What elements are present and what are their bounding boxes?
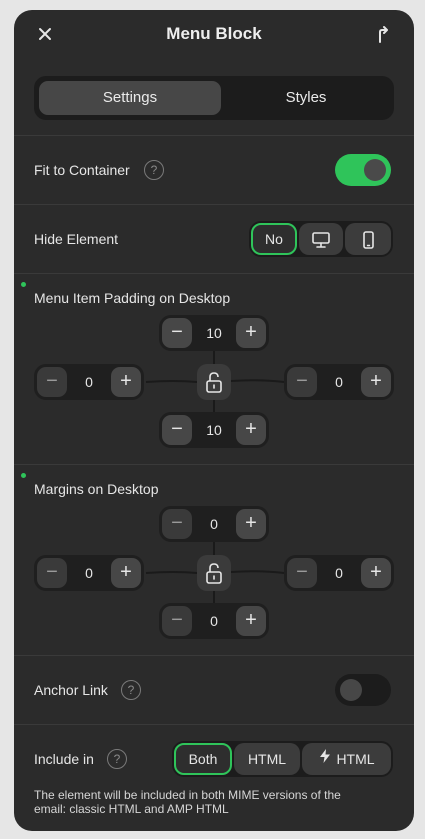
unlock-icon: [206, 372, 222, 393]
decrement-button[interactable]: −: [162, 509, 192, 539]
margin-bottom-stepper: − 0 +: [159, 603, 269, 639]
padding-left-value[interactable]: 0: [70, 364, 108, 400]
decrement-button[interactable]: −: [162, 318, 192, 348]
include-in-help-icon[interactable]: ?: [107, 749, 127, 769]
margin-right-stepper: − 0 +: [284, 555, 394, 591]
increment-button[interactable]: +: [236, 415, 266, 445]
divider: [14, 724, 414, 725]
margin-right-value[interactable]: 0: [320, 555, 358, 591]
increment-button[interactable]: +: [111, 367, 141, 397]
padding-top-value[interactable]: 10: [195, 315, 233, 351]
margin-top-stepper: − 0 +: [159, 506, 269, 542]
padding-right-value[interactable]: 0: [320, 364, 358, 400]
increment-button[interactable]: +: [111, 558, 141, 588]
padding-top-stepper: − 10 +: [159, 315, 269, 351]
decrement-button[interactable]: −: [162, 415, 192, 445]
amp-html-label: HTML: [336, 751, 375, 767]
menu-block-panel: Menu Block Settings Styles Fit to Contai…: [14, 10, 414, 831]
margin-lock-button[interactable]: [197, 555, 231, 591]
margin-top-value[interactable]: 0: [195, 506, 233, 542]
increment-button[interactable]: +: [361, 367, 391, 397]
include-in-segmented: Both HTML HTML: [172, 741, 393, 777]
decrement-button[interactable]: −: [287, 367, 317, 397]
include-in-label: Include in: [34, 751, 94, 767]
margins-label: Margins on Desktop: [34, 481, 159, 497]
padding-right-stepper: − 0 +: [284, 364, 394, 400]
decrement-button[interactable]: −: [37, 558, 67, 588]
anchor-link-help-icon[interactable]: ?: [121, 680, 141, 700]
margin-bottom-value[interactable]: 0: [195, 603, 233, 639]
include-in-note: The element will be included in both MIM…: [34, 788, 341, 816]
toggle-knob: [340, 679, 362, 701]
anchor-link-toggle[interactable]: [335, 674, 391, 706]
divider: [14, 655, 414, 656]
margin-left-stepper: − 0 +: [34, 555, 144, 591]
lightning-icon: [318, 743, 332, 775]
unlock-icon: [206, 563, 222, 584]
anchor-link-label: Anchor Link: [34, 682, 108, 698]
decrement-button[interactable]: −: [162, 606, 192, 636]
divider: [14, 464, 414, 465]
margin-left-value[interactable]: 0: [70, 555, 108, 591]
padding-bottom-value[interactable]: 10: [195, 412, 233, 448]
decrement-button[interactable]: −: [287, 558, 317, 588]
padding-left-stepper: − 0 +: [34, 364, 144, 400]
include-both-button[interactable]: Both: [174, 743, 232, 775]
include-amp-html-button[interactable]: HTML: [302, 743, 391, 775]
padding-bottom-stepper: − 10 +: [159, 412, 269, 448]
increment-button[interactable]: +: [361, 558, 391, 588]
padding-lock-button[interactable]: [197, 364, 231, 400]
increment-button[interactable]: +: [236, 318, 266, 348]
include-html-button[interactable]: HTML: [234, 743, 300, 775]
increment-button[interactable]: +: [236, 606, 266, 636]
decrement-button[interactable]: −: [37, 367, 67, 397]
modified-indicator: [21, 473, 26, 478]
increment-button[interactable]: +: [236, 509, 266, 539]
